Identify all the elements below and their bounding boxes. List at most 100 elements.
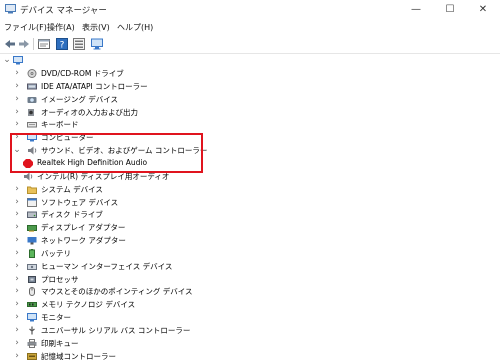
tree-category-item[interactable]: › ディスプレイ アダプター <box>0 221 300 234</box>
expand-chevron-icon[interactable]: › <box>13 337 21 350</box>
tree-item-label: モニター <box>41 313 71 323</box>
minimize-button[interactable]: — <box>399 0 433 19</box>
storage-icon <box>27 352 37 360</box>
tree-category-item[interactable]: › システム デバイス <box>0 183 300 196</box>
tree-category-item[interactable]: › イメージング デバイス <box>0 93 300 106</box>
tree-category-item[interactable]: › 印刷キュー <box>0 337 300 350</box>
tree-item-label: IDE ATA/ATAPI コントローラー <box>41 81 148 91</box>
tree-category-item[interactable]: › ヒューマン インターフェイス デバイス <box>0 260 300 273</box>
usb-icon <box>29 326 35 335</box>
tree-category-item[interactable]: › DVD/CD-ROM ドライブ <box>0 67 300 80</box>
tree-item-label: ソフトウェア デバイス <box>41 197 119 207</box>
tree-category-item[interactable]: › プロセッサ <box>0 273 300 286</box>
tree-item-label: キーボード <box>41 120 79 130</box>
processor-icon <box>28 275 36 283</box>
expand-chevron-icon[interactable]: › <box>13 285 21 298</box>
memory-icon <box>27 302 37 308</box>
camera-icon <box>27 96 37 103</box>
folder-icon <box>27 186 37 194</box>
expand-chevron-icon[interactable]: › <box>13 106 21 119</box>
expand-chevron-icon[interactable]: › <box>13 350 21 363</box>
mouse-icon <box>29 287 35 297</box>
expand-chevron-icon[interactable]: › <box>13 67 21 80</box>
device-list-icon[interactable] <box>72 37 86 51</box>
tree-item-label: ディスプレイ アダプター <box>41 223 126 233</box>
expand-chevron-icon[interactable]: › <box>13 298 21 311</box>
expand-chevron-icon[interactable]: › <box>13 221 21 234</box>
device-manager-window: デバイス マネージャー — ☐ ✕ ファイル(F) 操作(A) 表示(V) ヘル… <box>0 0 500 361</box>
tree-category-item[interactable]: › オーディオの入力および出力 <box>0 106 300 119</box>
window-title: デバイス マネージャー <box>20 6 107 16</box>
menu-view[interactable]: 表示(V) <box>82 22 110 33</box>
tree-item-label: プロセッサ <box>41 274 79 284</box>
menu-bar: ファイル(F) 操作(A) 表示(V) ヘルプ(H) <box>0 19 500 35</box>
tree-category-item[interactable]: › メモリ テクノロジ デバイス <box>0 298 300 311</box>
tree-item-label: ディスク ドライブ <box>41 210 103 220</box>
menu-help[interactable]: ヘルプ(H) <box>117 22 153 33</box>
toolbar: ? <box>0 35 500 54</box>
tree-category-item[interactable]: › 記憶域コントローラー <box>0 350 300 363</box>
computer-icon <box>13 56 23 65</box>
tree-category-item[interactable]: › ソフトウェア デバイス <box>0 196 300 209</box>
software-icon <box>27 197 37 207</box>
back-arrow-icon[interactable] <box>3 37 17 51</box>
title-bar[interactable]: デバイス マネージャー — ☐ ✕ <box>0 0 500 19</box>
expand-chevron-icon[interactable]: › <box>13 260 21 273</box>
tree-category-item[interactable]: › ディスク ドライブ <box>0 208 300 221</box>
tree-category-item[interactable]: › IDE ATA/ATAPI コントローラー <box>0 80 300 93</box>
tree-root[interactable]: ⌄ <box>0 54 300 67</box>
monitor-icon[interactable] <box>90 37 104 51</box>
expand-chevron-icon[interactable]: › <box>13 324 21 337</box>
tree-item-label: オーディオの入力および出力 <box>41 107 138 117</box>
tree-item-label: 印刷キュー <box>41 338 79 348</box>
tree-item-label: ヒューマン インターフェイス デバイス <box>41 261 173 271</box>
battery-icon <box>29 248 35 258</box>
monitor-icon <box>27 313 37 322</box>
expand-chevron-icon[interactable]: › <box>13 311 21 324</box>
highlight-box <box>10 133 203 173</box>
help-icon[interactable]: ? <box>55 37 69 51</box>
expand-chevron-icon[interactable]: › <box>13 247 21 260</box>
expand-chevron-icon[interactable]: › <box>13 118 21 131</box>
keyboard-icon <box>27 122 37 128</box>
sound-icon <box>24 172 33 181</box>
tree-category-item[interactable]: › ネットワーク アダプター <box>0 234 300 247</box>
ide-controller-icon <box>27 83 37 90</box>
device-manager-icon <box>5 4 16 14</box>
tree-item-label: ユニバーサル シリアル バス コントローラー <box>41 326 191 335</box>
printer-icon <box>27 338 37 348</box>
tree-category-item[interactable]: › マウスとそのほかのポインティング デバイス <box>0 285 300 298</box>
toolbar-separator <box>33 38 34 50</box>
disk-icon <box>27 211 37 219</box>
expand-chevron-icon[interactable]: › <box>13 273 21 286</box>
expand-chevron-icon[interactable]: › <box>13 93 21 106</box>
properties-icon[interactable] <box>37 37 51 51</box>
collapse-chevron-icon[interactable]: ⌄ <box>3 54 11 67</box>
menu-action[interactable]: 操作(A) <box>47 22 75 33</box>
expand-chevron-icon[interactable]: › <box>13 183 21 196</box>
device-tree: ⌄ › DVD/CD-ROM ドライブ › IDE ATA/ATAPI コントローラー… <box>0 54 500 361</box>
tree-item-label: イメージング デバイス <box>41 94 119 104</box>
network-icon <box>27 237 37 245</box>
menu-file[interactable]: ファイル(F) <box>4 22 47 33</box>
tree-category-item[interactable]: › キーボード <box>0 118 300 131</box>
tree-item-label: ネットワーク アダプター <box>41 236 126 246</box>
close-button[interactable]: ✕ <box>466 0 500 19</box>
forward-arrow-icon[interactable] <box>17 37 31 51</box>
expand-chevron-icon[interactable]: › <box>13 208 21 221</box>
display-adapter-icon <box>27 225 37 232</box>
tree-category-item[interactable]: › ユニバーサル シリアル バス コントローラー <box>0 324 300 337</box>
hid-icon <box>27 263 37 270</box>
expand-chevron-icon[interactable]: › <box>13 196 21 209</box>
expand-chevron-icon[interactable]: › <box>13 80 21 93</box>
tree-item-label: メモリ テクノロジ デバイス <box>41 300 136 310</box>
tree-category-item[interactable]: › モニター <box>0 311 300 324</box>
maximize-button[interactable]: ☐ <box>433 0 467 19</box>
expand-chevron-icon[interactable]: › <box>13 234 21 247</box>
svg-text:?: ? <box>60 41 65 51</box>
tree-category-item[interactable]: › バッテリ <box>0 247 300 260</box>
tree-item-label: DVD/CD-ROM ドライブ <box>41 69 124 78</box>
dvd-icon <box>27 69 37 78</box>
speaker-icon <box>28 108 34 116</box>
tree-item-label: マウスとそのほかのポインティング デバイス <box>41 287 193 297</box>
